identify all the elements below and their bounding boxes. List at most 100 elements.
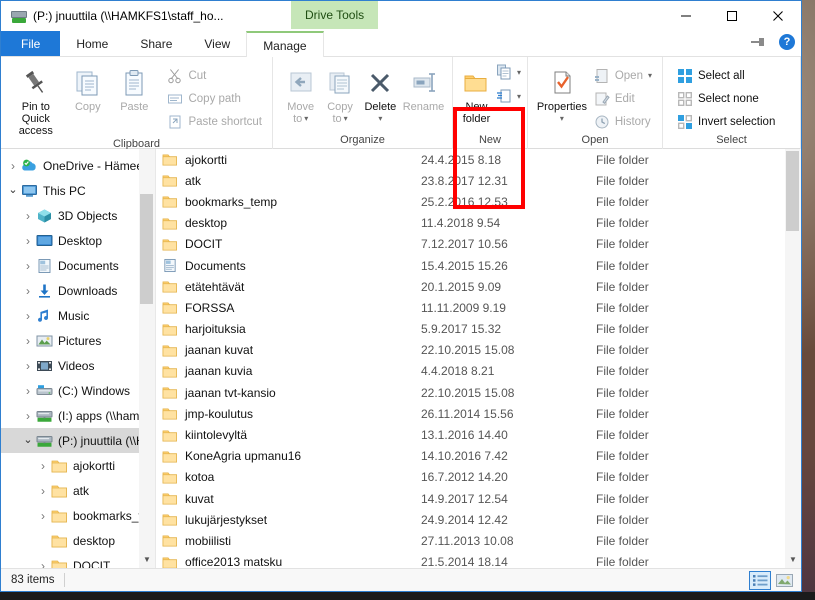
cut-button[interactable]: Cut — [163, 65, 266, 86]
invert-selection-button[interactable]: Invert selection — [673, 111, 779, 132]
nav-item-videos[interactable]: › Videos — [1, 353, 155, 378]
new-item-button[interactable]: ▾ — [496, 63, 521, 81]
chevron-right-icon[interactable]: › — [20, 260, 36, 272]
nav-item-i-apps-hamk[interactable]: › (I:) apps (\\hamk — [1, 403, 155, 428]
nav-scrollbar[interactable]: ▼ — [139, 149, 155, 568]
file-row[interactable]: kiintolevyltä 13.1.2016 14.40 File folder — [156, 424, 785, 445]
nav-item-atk[interactable]: › atk — [1, 478, 155, 503]
file-row[interactable]: office2013 matsku 21.5.2014 18.14 File fol… — [156, 552, 785, 568]
tab-file[interactable]: File — [1, 31, 61, 56]
file-row[interactable]: kuvat 14.9.2017 12.54 File folder — [156, 488, 785, 509]
nav-item-3d-objects[interactable]: › 3D Objects — [1, 203, 155, 228]
file-row[interactable]: ajokortti 24.4.2015 8.18 File folder — [156, 149, 785, 170]
chevron-right-icon[interactable]: › — [20, 310, 36, 322]
cut-label: Cut — [188, 69, 207, 82]
file-row[interactable]: etätehtävät 20.1.2015 9.09 File folder — [156, 276, 785, 297]
maximize-button[interactable] — [709, 1, 755, 31]
open-button[interactable]: Open ▾ — [590, 65, 656, 86]
taskbar[interactable] — [0, 592, 815, 600]
paste-shortcut-button[interactable]: Paste shortcut — [163, 111, 266, 132]
chevron-right-icon[interactable]: › — [35, 485, 51, 497]
help-icon[interactable]: ? — [779, 34, 795, 50]
file-row[interactable]: atk 23.8.2017 12.31 File folder — [156, 170, 785, 191]
file-row[interactable]: desktop 11.4.2018 9.54 File folder — [156, 213, 785, 234]
file-row[interactable]: FORSSA 11.11.2009 9.19 File folder — [156, 297, 785, 318]
select-none-button[interactable]: Select none — [673, 88, 779, 109]
pin-to-quick-access-button[interactable]: Pin to Quick access — [7, 61, 65, 137]
nav-item-music[interactable]: › Music — [1, 303, 155, 328]
file-scrollbar[interactable]: ▼ — [785, 149, 801, 568]
file-name-label: kiintolevyltä — [185, 428, 248, 443]
file-name-cell: atk — [156, 173, 421, 188]
copy-to-button[interactable]: Copy to ▾ — [320, 61, 359, 125]
copy-button[interactable]: Copy — [65, 61, 111, 113]
chevron-right-icon[interactable]: › — [5, 160, 21, 172]
copy-path-button[interactable]: Copy path — [163, 88, 266, 109]
chevron-down-icon[interactable]: ⌄ — [5, 185, 21, 196]
minimize-button[interactable] — [663, 1, 709, 31]
chevron-right-icon[interactable]: › — [20, 335, 36, 347]
contextual-tab-header[interactable]: Drive Tools — [291, 1, 379, 29]
chevron-right-icon[interactable]: › — [35, 510, 51, 522]
large-icons-view-button[interactable] — [773, 571, 795, 590]
file-row[interactable]: kotoa 16.7.2012 14.20 File folder — [156, 467, 785, 488]
file-row[interactable]: mobiilisti 27.11.2013 10.08 File folder — [156, 530, 785, 551]
file-row[interactable]: DOCIT 7.12.2017 10.56 File folder — [156, 234, 785, 255]
chevron-right-icon[interactable]: › — [20, 235, 36, 247]
new-folder-button[interactable]: New folder — [457, 61, 496, 125]
file-row[interactable]: KoneAgria upmanu16 14.10.2016 7.42 File fo… — [156, 446, 785, 467]
file-scrollbar-thumb[interactable] — [786, 151, 799, 231]
nav-item-this-pc[interactable]: ⌄ This PC — [1, 178, 155, 203]
properties-button[interactable]: Properties ▾ — [536, 61, 588, 125]
nav-item-desktop[interactable]: desktop — [1, 528, 155, 553]
chevron-right-icon[interactable]: › — [20, 210, 36, 222]
chevron-right-icon[interactable]: › — [35, 560, 51, 569]
tab-view[interactable]: View — [188, 31, 246, 56]
file-scroll-down-arrow[interactable]: ▼ — [785, 551, 801, 568]
select-all-button[interactable]: Select all — [673, 65, 779, 86]
nav-scrollbar-thumb[interactable] — [140, 194, 153, 304]
nav-item-bookmarks-ter[interactable]: › bookmarks_ter — [1, 503, 155, 528]
delete-button[interactable]: Delete ▾ — [360, 61, 401, 125]
nav-item-pictures[interactable]: › Pictures — [1, 328, 155, 353]
file-row[interactable]: harjoituksia 5.9.2017 15.32 File folder — [156, 319, 785, 340]
file-row[interactable]: bookmarks_temp 25.2.2016 12.53 File folder — [156, 191, 785, 212]
file-row[interactable]: Documents 15.4.2015 15.26 File folder — [156, 255, 785, 276]
pin-ribbon-icon[interactable] — [749, 33, 767, 51]
chevron-right-icon[interactable]: › — [20, 360, 36, 372]
history-button[interactable]: History — [590, 111, 656, 132]
chevron-down-icon[interactable]: ⌄ — [20, 435, 36, 446]
folder-icon — [51, 485, 67, 497]
rename-button[interactable]: Rename — [401, 61, 446, 113]
chevron-right-icon[interactable]: › — [20, 385, 36, 397]
close-button[interactable] — [755, 1, 801, 31]
nav-item-desktop[interactable]: › Desktop — [1, 228, 155, 253]
tab-home[interactable]: Home — [60, 31, 124, 56]
chevron-right-icon[interactable]: › — [20, 410, 36, 422]
chevron-right-icon[interactable]: › — [35, 460, 51, 472]
nav-item-documents[interactable]: › Documents — [1, 253, 155, 278]
file-date-cell: 4.4.2018 8.21 — [421, 364, 495, 379]
file-row[interactable]: lukujärjestykset 24.9.2014 12.42 File fold… — [156, 509, 785, 530]
file-type-cell: File folder — [596, 385, 649, 400]
paste-button[interactable]: Paste — [111, 61, 157, 113]
easy-access-button[interactable]: ▾ — [496, 87, 521, 105]
edit-button[interactable]: Edit — [590, 88, 656, 109]
move-to-button[interactable]: Move to ▾ — [281, 61, 320, 125]
nav-item-onedrive-h-mee[interactable]: › OneDrive - Hämee — [1, 153, 155, 178]
file-row[interactable]: jaanan kuvat 22.10.2015 15.08 File folder — [156, 340, 785, 361]
nav-scroll-down-arrow[interactable]: ▼ — [139, 551, 155, 568]
file-row[interactable]: jaanan tvt-kansio 22.10.2015 15.08 File fo… — [156, 382, 785, 403]
chevron-right-icon[interactable]: › — [20, 285, 36, 297]
nav-item-c-windows[interactable]: › (C:) Windows — [1, 378, 155, 403]
file-row[interactable]: jaanan kuvia 4.4.2018 8.21 File folder — [156, 361, 785, 382]
file-row[interactable]: jmp-koulutus 26.11.2014 15.56 File folder — [156, 403, 785, 424]
nav-item-p-jnuuttila-h[interactable]: ⌄ (P:) jnuuttila (\\H — [1, 428, 155, 453]
nav-item-downloads[interactable]: › Downloads — [1, 278, 155, 303]
nav-item-ajokortti[interactable]: › ajokortti — [1, 453, 155, 478]
details-view-button[interactable] — [749, 571, 771, 590]
nav-item-label: Videos — [58, 358, 95, 373]
tab-share[interactable]: Share — [124, 31, 188, 56]
tab-manage[interactable]: Manage — [246, 31, 324, 57]
nav-item-docit[interactable]: › DOCIT — [1, 553, 155, 568]
